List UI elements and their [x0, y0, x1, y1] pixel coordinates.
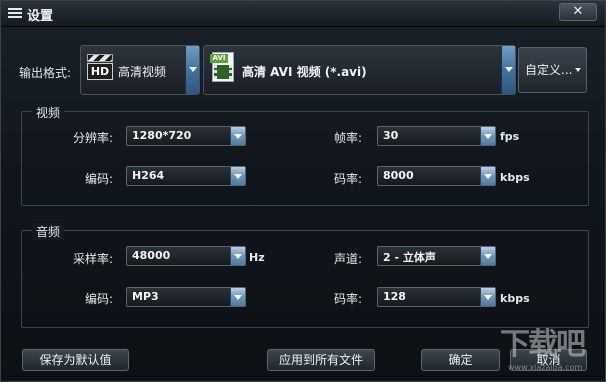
save-default-button[interactable]: 保存为默认值 [22, 349, 129, 371]
window-title: 设置 [27, 9, 54, 24]
video-bitrate-value: 8000 [383, 169, 414, 182]
samplerate-select[interactable]: 48000 [126, 246, 246, 266]
chevron-down-icon[interactable] [501, 46, 515, 94]
apply-all-button[interactable]: 应用到所有文件 [267, 349, 375, 371]
format-category-value: 高清视频 [118, 65, 167, 79]
audio-encoder-select[interactable]: MP3 [126, 287, 246, 307]
watermark-logo: 下载吧 www.xiazaiba.com [498, 319, 598, 379]
output-format-label: 输出格式: [19, 66, 72, 80]
audio-encoder-label: 编码: [85, 292, 114, 306]
format-value: 高清 AVI 视频 (*.avi) [242, 65, 367, 79]
channel-value: 2 - 立体声 [383, 251, 436, 264]
video-encoder-value: H264 [132, 169, 165, 182]
close-button[interactable]: ✕ [559, 3, 597, 21]
audio-bitrate-label: 码率: [334, 292, 363, 306]
video-group: 视频 [21, 104, 589, 206]
audio-encoder-value: MP3 [132, 290, 159, 303]
format-category-select[interactable]: HD 高清视频 [80, 45, 200, 95]
audio-group: 音频 [21, 223, 589, 328]
channel-label: 声道: [334, 252, 363, 266]
chevron-down-icon[interactable] [230, 247, 245, 265]
resolution-select[interactable]: 1280*720 [126, 126, 246, 146]
resolution-value: 1280*720 [132, 129, 192, 142]
video-encoder-select[interactable]: H264 [126, 166, 246, 186]
title-bar[interactable]: 设置 ✕ [1, 1, 605, 27]
watermark-text: 下载吧 [500, 327, 586, 362]
video-bitrate-label: 码率: [334, 172, 363, 186]
watermark-url: www.xiazaiba.com [508, 363, 583, 372]
chevron-down-icon[interactable] [480, 247, 495, 265]
chevron-down-icon[interactable] [480, 288, 495, 306]
menu-icon[interactable] [8, 6, 22, 20]
chevron-down-icon[interactable] [230, 127, 245, 145]
caret-down-icon [575, 68, 581, 72]
custom-button[interactable]: 自定义... [518, 47, 587, 93]
chevron-down-icon[interactable] [480, 167, 495, 185]
chevron-down-icon[interactable] [230, 288, 245, 306]
custom-button-label: 自定义... [525, 63, 573, 77]
hd-video-icon: HD [87, 54, 113, 84]
ok-button[interactable]: 确定 [421, 349, 500, 371]
samplerate-label: 采样率: [73, 252, 114, 266]
samplerate-unit: Hz [249, 251, 265, 264]
video-encoder-label: 编码: [85, 172, 114, 186]
framerate-value: 30 [383, 129, 399, 142]
chevron-down-icon[interactable] [480, 127, 495, 145]
audio-bitrate-value: 128 [383, 290, 406, 303]
framerate-unit: fps [500, 130, 520, 143]
framerate-label: 帧率: [334, 131, 363, 145]
resolution-label: 分辨率: [73, 131, 114, 145]
video-group-title: 视频 [32, 104, 65, 121]
audio-bitrate-select[interactable]: 128 [377, 287, 496, 307]
format-select[interactable]: AVI 高清 AVI 视频 (*.avi) [203, 45, 516, 95]
avi-file-icon: AVI [210, 52, 236, 86]
audio-bitrate-unit: kbps [500, 292, 530, 305]
samplerate-value: 48000 [132, 249, 171, 262]
video-bitrate-select[interactable]: 8000 [377, 166, 496, 186]
audio-group-title: 音频 [32, 223, 65, 240]
framerate-select[interactable]: 30 [377, 126, 496, 146]
channel-select[interactable]: 2 - 立体声 [377, 246, 496, 266]
settings-dialog: 设置 ✕ 输出格式: HD 高清视频 AVI 高清 AVI 视频 (*.avi)… [0, 0, 606, 382]
chevron-down-icon[interactable] [185, 46, 199, 94]
video-bitrate-unit: kbps [500, 171, 530, 184]
chevron-down-icon[interactable] [230, 167, 245, 185]
